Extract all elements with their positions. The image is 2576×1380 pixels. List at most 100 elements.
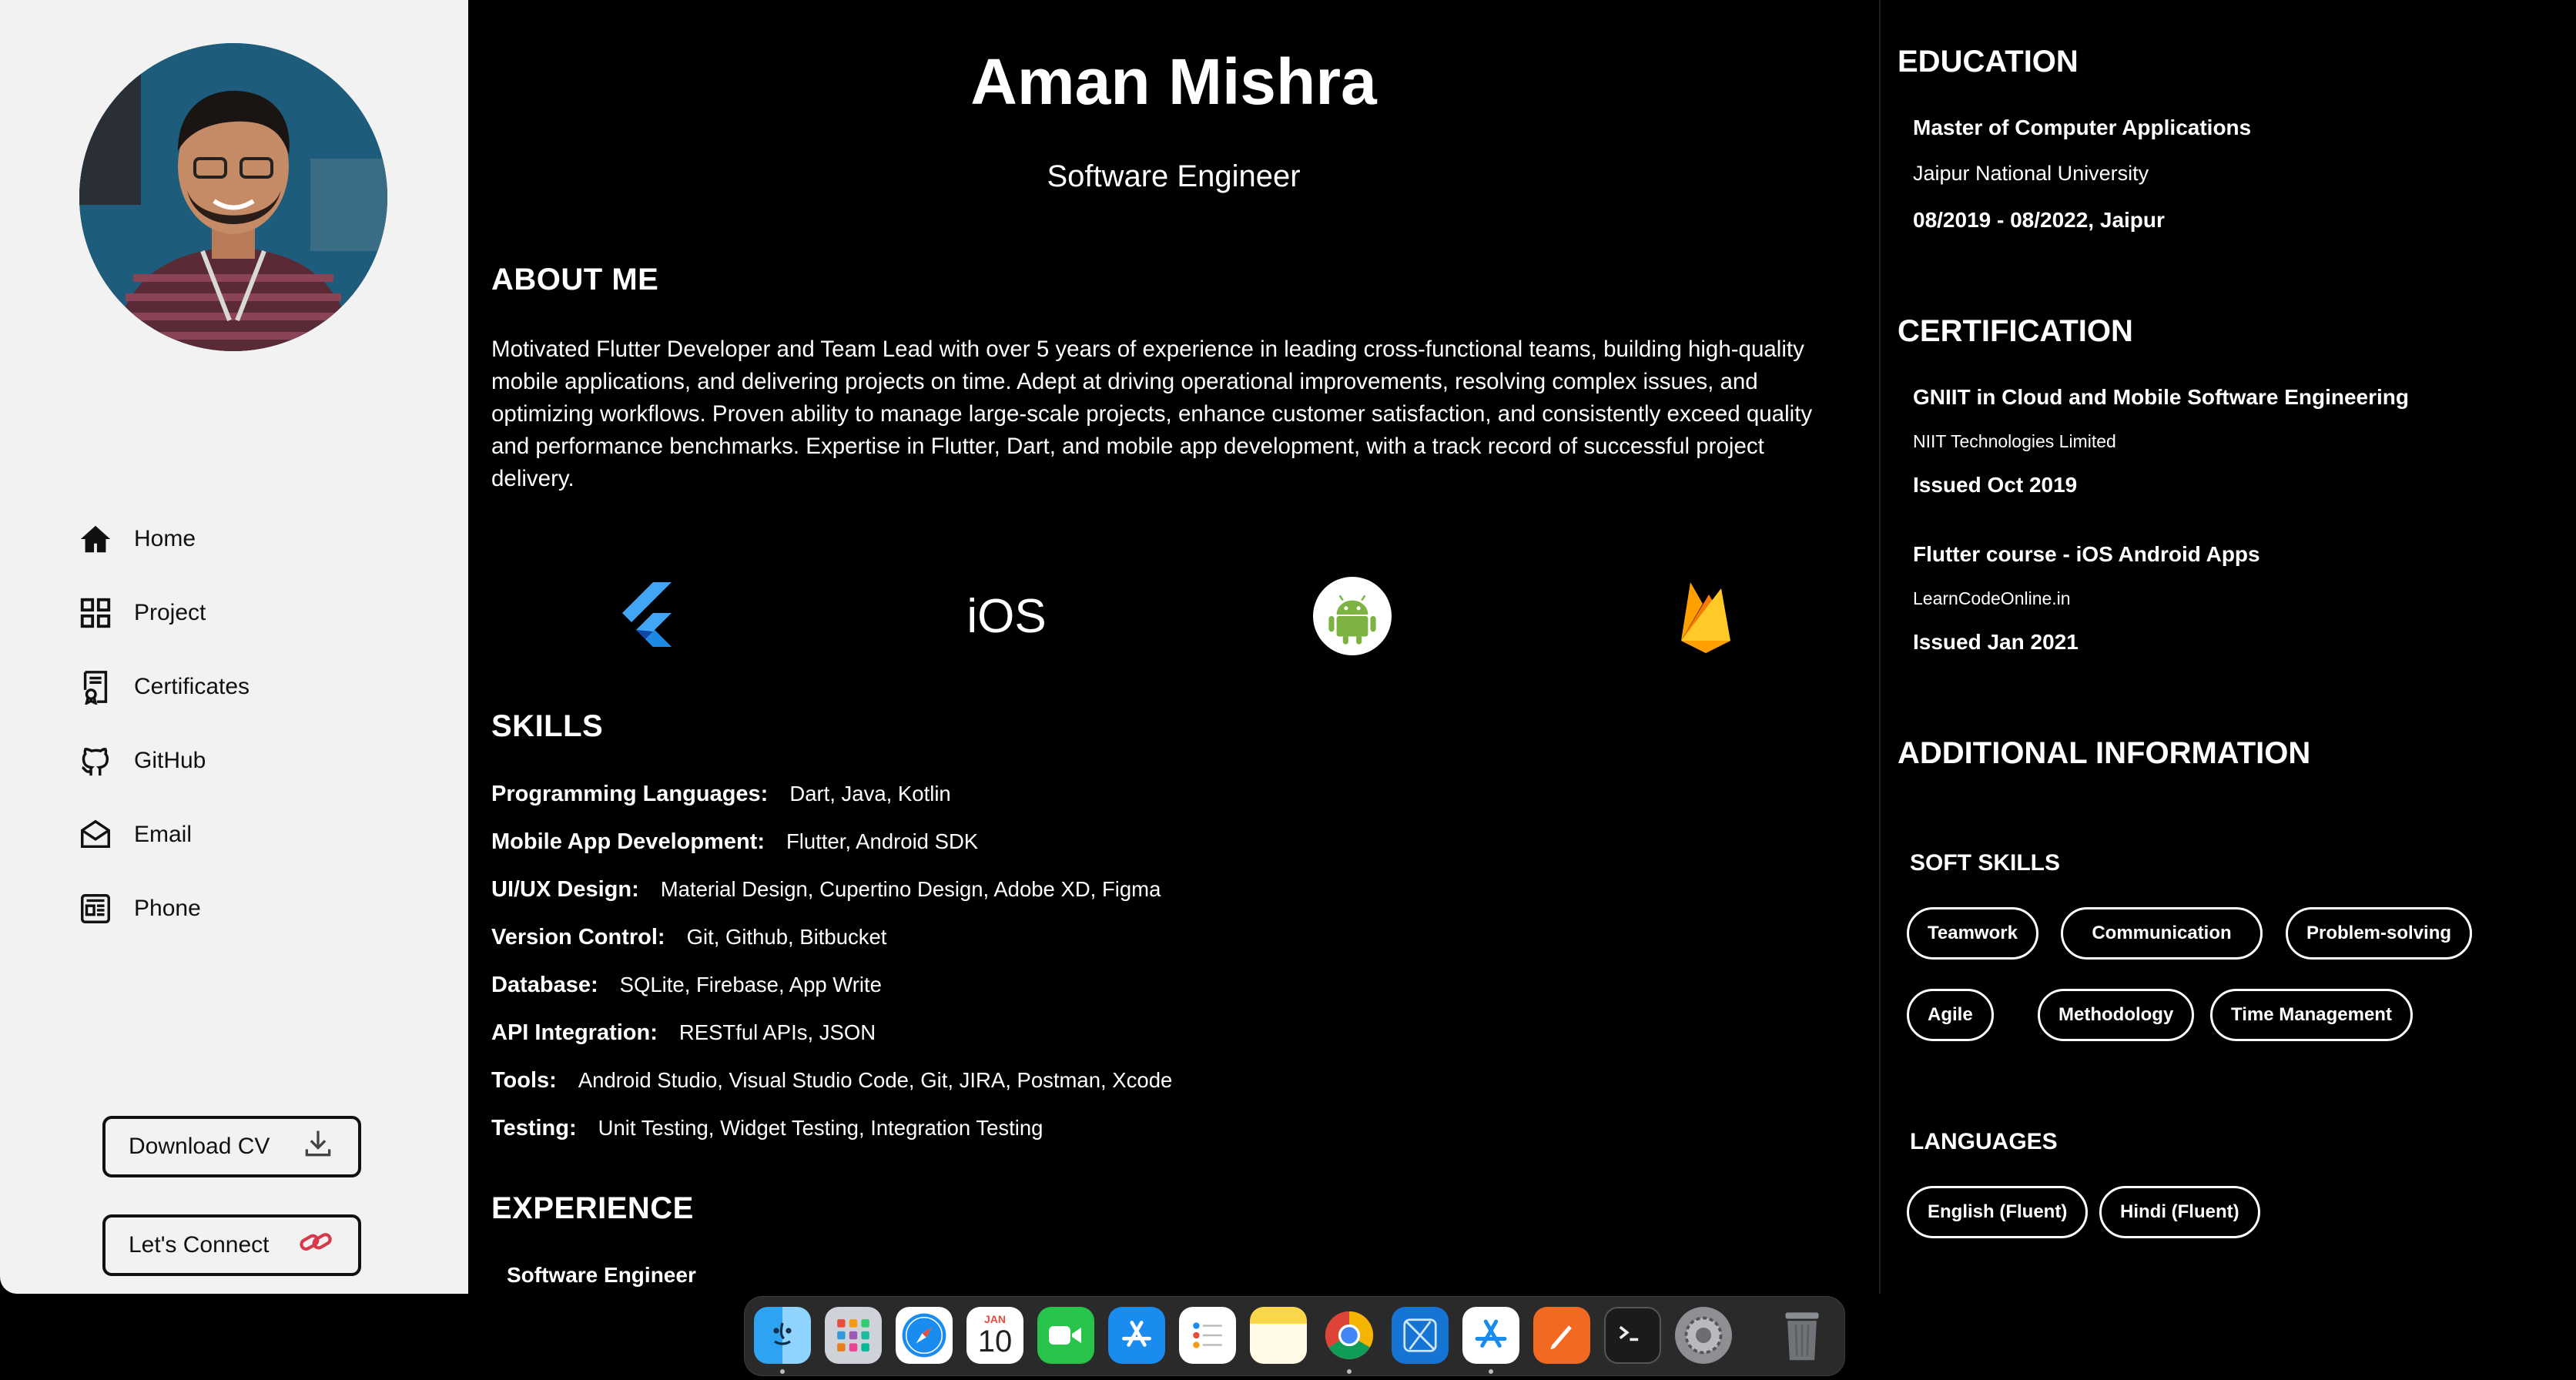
skill-key: API Integration: — [491, 1020, 658, 1045]
grid-icon — [75, 593, 116, 633]
right-panel: EDUCATION Master of Computer Application… — [1879, 0, 2576, 1294]
safari-icon[interactable] — [896, 1307, 953, 1364]
nav-label-phone: Phone — [134, 896, 201, 921]
macos-dock: JAN 10 — [744, 1296, 1845, 1376]
education-title: EDUCATION — [1898, 45, 2079, 79]
skill-key: Programming Languages: — [491, 782, 769, 806]
cert-issued: Issued Oct 2019 — [1913, 473, 2078, 497]
nav-item-project[interactable]: Project — [75, 590, 206, 636]
email-icon — [75, 815, 116, 855]
skill-key: Tools: — [491, 1068, 557, 1093]
education-period: 08/2019 - 08/2022, Jaipur — [1913, 208, 2165, 232]
lets-connect-button[interactable]: Let's Connect — [102, 1214, 361, 1276]
experience-role: Software Engineer — [507, 1263, 696, 1287]
calendar-day: 10 — [977, 1325, 1013, 1358]
ios-label: iOS — [966, 589, 1047, 643]
lets-connect-label: Let's Connect — [129, 1232, 270, 1258]
soft-skill-chip: Agile — [1907, 989, 1994, 1041]
nav-label-project: Project — [134, 600, 206, 625]
ios-icon: iOS — [956, 576, 1057, 656]
skill-row: Version Control: Git, Github, Bitbucket — [491, 925, 886, 950]
nav-item-phone[interactable]: Phone — [75, 886, 201, 932]
instruments-icon[interactable] — [1462, 1307, 1519, 1364]
nav-label-github: GitHub — [134, 748, 206, 773]
skill-row: Mobile App Development: Flutter, Android… — [491, 829, 978, 855]
android-icon — [1312, 576, 1392, 656]
skill-row: Programming Languages: Dart, Java, Kotli… — [491, 782, 951, 807]
github-icon — [75, 741, 116, 781]
notes-icon[interactable] — [1250, 1307, 1307, 1364]
soft-skill-chip: Problem-solving — [2286, 907, 2473, 960]
running-indicator — [1347, 1369, 1352, 1374]
skill-key: Version Control: — [491, 925, 665, 950]
education-degree: Master of Computer Applications — [1913, 116, 2252, 139]
running-indicator — [780, 1369, 785, 1374]
about-text: Motivated Flutter Developer and Team Lea… — [491, 337, 1813, 491]
nav-item-github[interactable]: GitHub — [75, 738, 206, 784]
soft-skill-chip: Methodology — [2038, 989, 2195, 1041]
chrome-icon[interactable] — [1321, 1307, 1378, 1364]
firebase-icon — [1666, 576, 1746, 656]
reminders-icon[interactable] — [1179, 1307, 1236, 1364]
app-store-icon[interactable] — [1108, 1307, 1165, 1364]
trash-icon[interactable] — [1774, 1307, 1831, 1364]
profile-role: Software Engineer — [1047, 159, 1301, 193]
cert-name: Flutter course - iOS Android Apps — [1913, 542, 2260, 566]
soft-skills-title: SOFT SKILLS — [1910, 850, 2060, 876]
about-title: ABOUT ME — [491, 263, 659, 296]
xcode-icon[interactable] — [1392, 1307, 1449, 1364]
facetime-icon[interactable] — [1037, 1307, 1094, 1364]
language-chip: English (Fluent) — [1907, 1186, 2089, 1238]
avatar — [79, 43, 387, 351]
running-indicator — [1489, 1369, 1493, 1374]
soft-skill-chip: Communication — [2061, 907, 2263, 960]
skill-row: UI/UX Design: Material Design, Cupertino… — [491, 877, 1161, 903]
skill-value: Git, Github, Bitbucket — [686, 925, 887, 949]
download-icon — [301, 1127, 335, 1167]
sidebar: Home Project Certificates GitHub Email P… — [0, 0, 468, 1294]
skill-key: Database: — [491, 973, 598, 997]
profile-name: Aman Mishra — [970, 45, 1377, 118]
nav-label-certificates: Certificates — [134, 674, 250, 699]
calendar-icon[interactable]: JAN 10 — [966, 1307, 1023, 1364]
skill-key: Mobile App Development: — [491, 829, 765, 854]
language-chip: Hindi (Fluent) — [2099, 1186, 2260, 1238]
finder-icon[interactable] — [754, 1307, 811, 1364]
education-school: Jaipur National University — [1913, 162, 2149, 185]
skill-value: Android Studio, Visual Studio Code, Git,… — [578, 1068, 1173, 1092]
nav-label-email: Email — [134, 822, 193, 847]
skill-row: Database: SQLite, Firebase, App Write — [491, 973, 882, 998]
skills-title: SKILLS — [491, 709, 604, 743]
skill-value: SQLite, Firebase, App Write — [619, 973, 882, 996]
skill-value: Material Design, Cupertino Design, Adobe… — [660, 877, 1161, 901]
flutter-icon — [607, 576, 687, 656]
nav-item-home[interactable]: Home — [75, 516, 196, 562]
cert-issuer: NIIT Technologies Limited — [1913, 431, 2116, 451]
link-icon — [298, 1225, 335, 1265]
soft-skill-chip: Teamwork — [1907, 907, 2038, 960]
nav-item-certificates[interactable]: Certificates — [75, 664, 250, 710]
cert-issuer: LearnCodeOnline.in — [1913, 588, 2071, 608]
languages-title: LANGUAGES — [1910, 1129, 2058, 1154]
download-cv-button[interactable]: Download CV — [102, 1116, 361, 1177]
main-content: Aman Mishra Software Engineer ABOUT ME M… — [468, 0, 1879, 1294]
certificate-icon — [75, 667, 116, 707]
nav-label-home: Home — [134, 526, 196, 551]
terminal-icon[interactable] — [1604, 1307, 1661, 1364]
phone-card-icon — [75, 889, 116, 929]
skill-row: Tools: Android Studio, Visual Studio Cod… — [491, 1068, 1172, 1094]
skill-value: RESTful APIs, JSON — [678, 1020, 876, 1044]
profile-photo — [79, 43, 387, 351]
skill-key: UI/UX Design: — [491, 877, 639, 902]
launchpad-icon[interactable] — [825, 1307, 882, 1364]
experience-title: EXPERIENCE — [491, 1191, 694, 1225]
skill-value: Unit Testing, Widget Testing, Integratio… — [598, 1116, 1043, 1140]
pages-icon[interactable] — [1533, 1307, 1590, 1364]
additional-info-title: ADDITIONAL INFORMATION — [1898, 736, 2311, 770]
download-cv-label: Download CV — [129, 1134, 270, 1159]
system-settings-icon[interactable] — [1675, 1307, 1732, 1364]
nav-item-email[interactable]: Email — [75, 812, 192, 858]
skill-key: Testing: — [491, 1116, 577, 1141]
skill-value: Flutter, Android SDK — [786, 829, 979, 853]
skill-value: Dart, Java, Kotlin — [789, 782, 951, 806]
